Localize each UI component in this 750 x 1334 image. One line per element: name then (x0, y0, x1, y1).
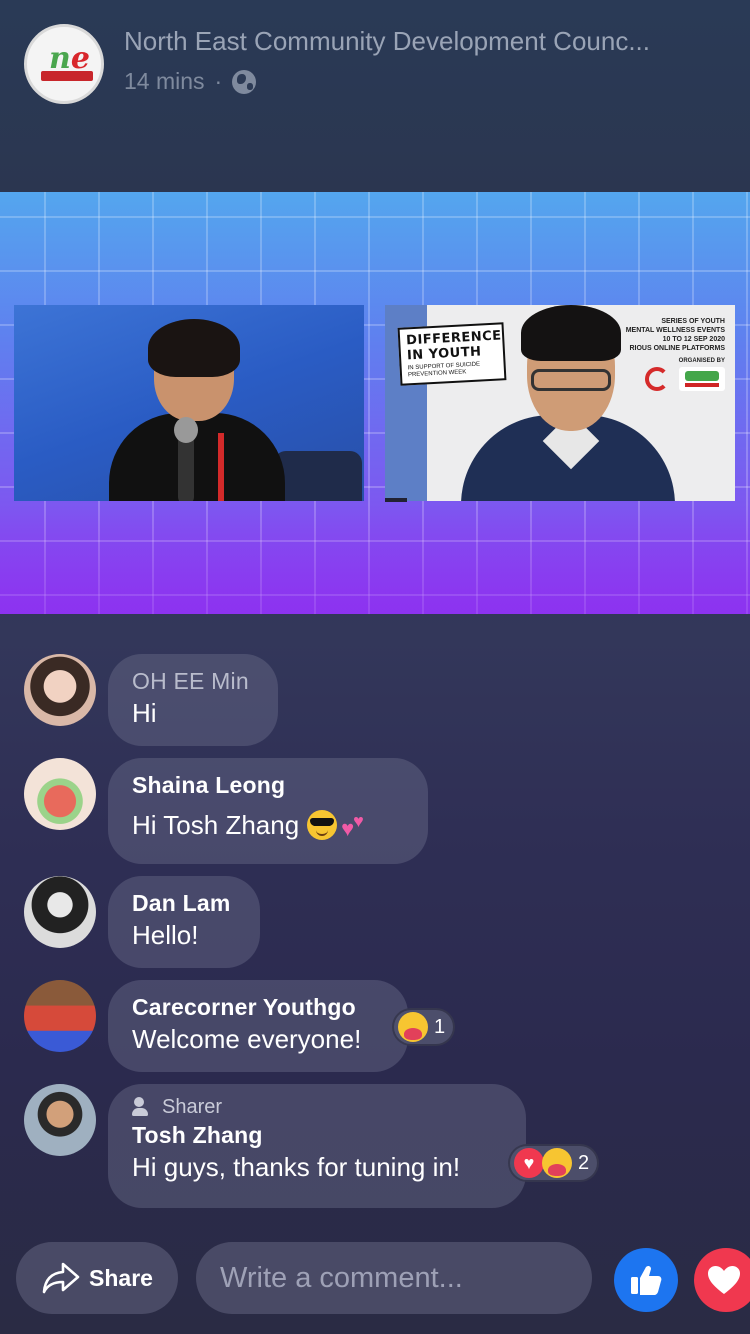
carecorner-logo-icon (645, 367, 669, 391)
heart-icon (708, 1266, 740, 1294)
comment-author[interactable]: Tosh Zhang (132, 1120, 502, 1150)
meta-separator: · (214, 68, 223, 94)
like-button[interactable] (614, 1248, 678, 1312)
thumbs-up-icon (631, 1265, 662, 1295)
feed-label (385, 498, 407, 502)
lanyard (218, 433, 224, 501)
reaction-count: 2 (578, 1151, 590, 1174)
comment-author[interactable]: Carecorner Youthgo (132, 992, 384, 1022)
video-gradient (0, 504, 750, 614)
sharer-badge: Sharer (132, 1094, 502, 1120)
poster-subtitle: IN SUPPORT OF SUICIDE PREVENTION WEEK (407, 361, 481, 379)
comment-text-row: Hi Tosh Zhang ♥ ♥ (132, 808, 404, 842)
share-person-icon (132, 1097, 154, 1117)
comment-bubble[interactable]: OH EE Min Hi (108, 654, 278, 746)
logo-banner (41, 71, 93, 81)
comment-bubble[interactable]: Dan Lam Hello! (108, 876, 260, 968)
comment-text: Hello! (132, 920, 199, 950)
poster-info-line: RIOUS ONLINE PLATFORMS (629, 345, 725, 352)
guest-glasses (531, 369, 611, 391)
video-feed-guest: DIFFERENCE IN YOUTH IN SUPPORT OF SUICID… (385, 305, 735, 501)
comment-author[interactable]: Shaina Leong (132, 770, 404, 800)
post-header: ne North East Community Development Coun… (0, 0, 750, 192)
avatar[interactable] (24, 1084, 96, 1156)
care-reaction-icon (542, 1148, 572, 1178)
avatar[interactable] (24, 980, 96, 1052)
two-hearts-emoji-icon: ♥ ♥ (341, 811, 364, 841)
sunglasses-emoji-icon (307, 810, 338, 840)
share-arrow-icon (42, 1262, 80, 1294)
love-reaction-icon: ♥ (514, 1148, 544, 1178)
comment-bubble[interactable]: Carecorner Youthgo Welcome everyone! (108, 980, 408, 1072)
poster-title: DIFFERENCE IN YOUTH IN SUPPORT OF SUICID… (397, 322, 507, 386)
share-button[interactable]: Share (16, 1242, 178, 1314)
poster-info-line: MENTAL WELLNESS EVENTS (625, 327, 725, 334)
post-time: 14 mins (124, 68, 205, 94)
avatar[interactable] (24, 758, 96, 830)
reaction-summary[interactable]: ♥ 2 (508, 1144, 600, 1182)
poster-info-line: 10 TO 12 SEP 2020 (662, 336, 725, 343)
microphone-head (174, 417, 198, 443)
avatar[interactable] (24, 654, 96, 726)
poster-info-line: SERIES OF YOUTH (661, 318, 725, 325)
comment-text: Hi Tosh Zhang (132, 810, 300, 840)
sharer-label: Sharer (162, 1096, 223, 1118)
poster-info: SERIES OF YOUTH MENTAL WELLNESS EVENTS 1… (615, 317, 725, 366)
chair (274, 451, 362, 501)
comment-author[interactable]: Dan Lam (132, 888, 236, 918)
ne-logo-icon (679, 367, 725, 391)
host-hair (148, 319, 240, 377)
reaction-count: 1 (434, 1015, 446, 1038)
poster-organised: ORGANISED BY (678, 358, 725, 364)
comment-text: Hi guys, thanks for tuning in! (132, 1152, 461, 1182)
organiser-logos (635, 367, 725, 395)
page-name[interactable]: North East Community Development Counc..… (124, 26, 734, 57)
comment-input[interactable]: Write a comment... (196, 1242, 592, 1314)
comment-text: Welcome everyone! (132, 1024, 362, 1054)
comment-bubble[interactable]: Sharer Tosh Zhang Hi guys, thanks for tu… (108, 1084, 526, 1208)
comment-bubble[interactable]: Shaina Leong Hi Tosh Zhang ♥ ♥ (108, 758, 428, 864)
video-feed-host (14, 305, 364, 501)
care-reaction-icon (398, 1012, 428, 1042)
poster-title-text: DIFFERENCE IN YOUTH (405, 328, 502, 364)
page-avatar[interactable]: ne (24, 24, 104, 104)
love-button[interactable] (694, 1248, 750, 1312)
globe-icon (232, 69, 257, 94)
comment-author[interactable]: OH EE Min (132, 666, 254, 696)
reaction-summary[interactable]: 1 (392, 1008, 456, 1046)
comment-text: Hi (132, 698, 157, 728)
share-label: Share (89, 1264, 153, 1291)
post-meta: 14 mins · (124, 68, 257, 95)
live-video[interactable]: DIFFERENCE IN YOUTH IN SUPPORT OF SUICID… (0, 192, 750, 614)
guest-hair (521, 305, 621, 361)
avatar[interactable] (24, 876, 96, 948)
